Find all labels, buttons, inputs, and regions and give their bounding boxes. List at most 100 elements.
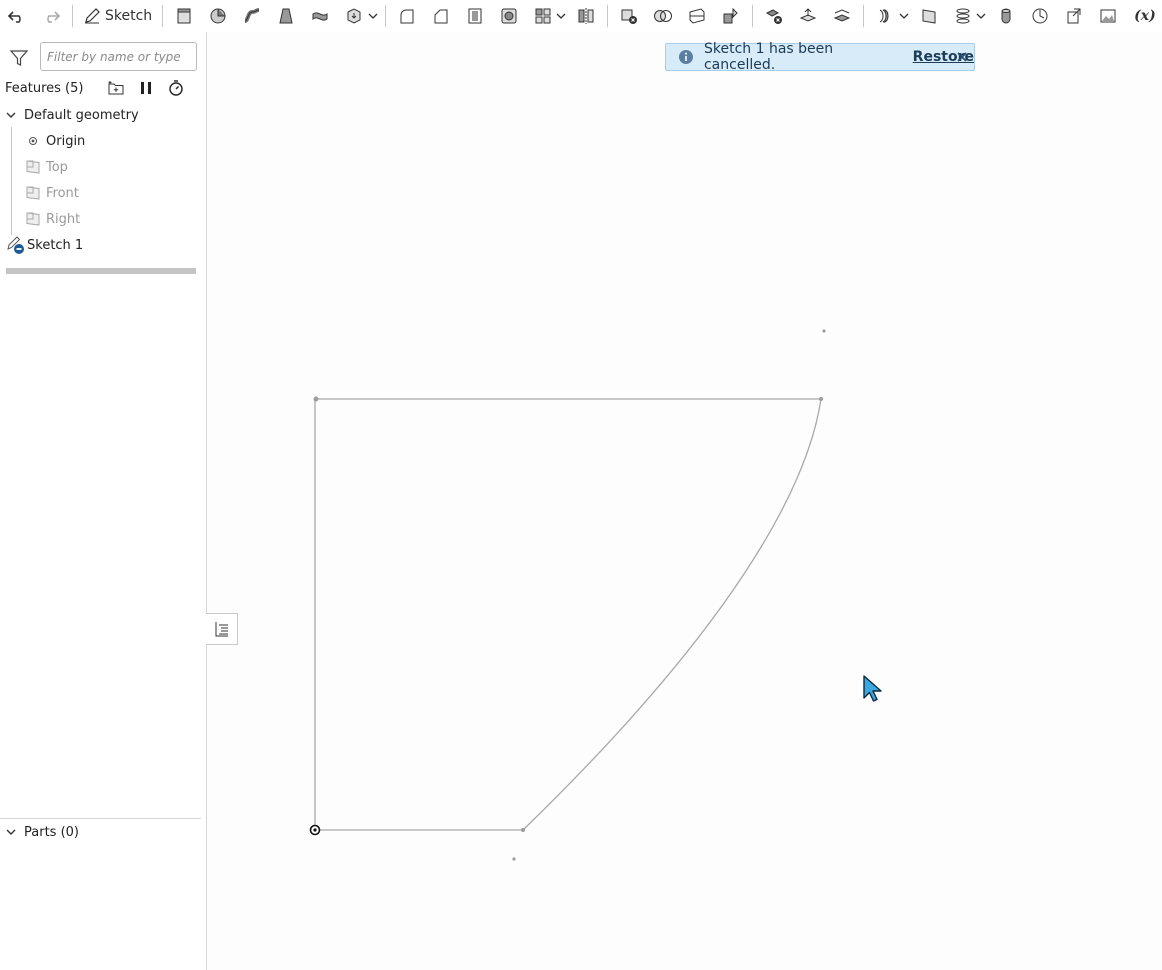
mirror-icon <box>578 8 594 24</box>
undo-button[interactable] <box>3 2 31 30</box>
pattern-icon <box>535 8 551 24</box>
toolbar-separator <box>752 5 754 27</box>
main-toolbar: Sketch (x) <box>0 0 1162 32</box>
sketch-button[interactable]: Sketch <box>77 2 158 30</box>
delete-face-icon <box>766 9 783 24</box>
enclose-dropdown[interactable] <box>367 2 378 30</box>
mouse-cursor <box>863 675 882 702</box>
delete-face-button[interactable] <box>760 2 788 30</box>
split-button[interactable] <box>683 2 711 30</box>
redo-icon <box>47 11 61 23</box>
fillet-button[interactable] <box>393 2 421 30</box>
chevron-down-icon <box>976 13 986 19</box>
tree-plane-right[interactable]: Right <box>25 208 225 230</box>
add-folder-icon <box>108 81 124 95</box>
parts-title: Parts (0) <box>24 824 79 840</box>
redo-button[interactable] <box>37 2 65 30</box>
transform-icon <box>723 7 738 24</box>
mirror-button[interactable] <box>572 2 600 30</box>
add-folder-button[interactable] <box>106 78 126 98</box>
tree-parts[interactable]: Parts (0) <box>4 821 204 843</box>
sweep-button[interactable] <box>238 2 266 30</box>
draft-icon <box>468 8 482 24</box>
thicken-button[interactable] <box>306 2 334 30</box>
features-header: Features (5) <box>5 78 201 98</box>
measure-button[interactable] <box>1026 2 1054 30</box>
sketch-point[interactable] <box>819 397 823 401</box>
tree-default-geometry[interactable]: Default geometry <box>4 104 204 126</box>
filter-icon[interactable] <box>9 48 29 68</box>
feature-panel: Features (5) Default geometry Origin Top… <box>0 32 207 970</box>
tree-plane-right-label: Right <box>46 211 81 227</box>
pattern-button[interactable] <box>529 2 557 30</box>
import-button[interactable] <box>1060 2 1088 30</box>
toolbar-separator <box>162 5 164 27</box>
arc-center-point[interactable] <box>512 857 516 861</box>
pattern-dropdown[interactable] <box>556 2 567 30</box>
transform-button[interactable] <box>717 2 745 30</box>
tree-origin-label: Origin <box>46 133 86 149</box>
arc-center-point[interactable] <box>822 329 826 333</box>
sketch-icon <box>85 8 100 24</box>
toolbar-separator <box>863 5 865 27</box>
plane-icon <box>26 186 40 200</box>
tree-origin[interactable]: Origin <box>28 130 228 152</box>
plane-button[interactable] <box>915 2 943 30</box>
offset-surface-button[interactable] <box>871 2 899 30</box>
image-button[interactable] <box>1094 2 1122 30</box>
pause-rollback-button[interactable] <box>136 78 156 98</box>
sketch-canvas[interactable] <box>207 32 1162 970</box>
draft-button[interactable] <box>461 2 489 30</box>
delete-part-button[interactable] <box>615 2 643 30</box>
image-icon <box>1100 9 1116 23</box>
enclose-button[interactable] <box>340 2 368 30</box>
tree-sketch-1[interactable]: Sketch 1 <box>6 234 206 256</box>
variable-button[interactable]: (x) <box>1131 2 1159 30</box>
revolve-button[interactable] <box>204 2 232 30</box>
helix-dropdown[interactable] <box>976 2 987 30</box>
chamfer-icon <box>434 9 448 24</box>
sketch-point[interactable] <box>313 396 319 402</box>
chevron-down-icon <box>368 13 378 19</box>
chamfer-button[interactable] <box>427 2 455 30</box>
chevron-down-icon[interactable] <box>4 108 18 122</box>
close-icon[interactable] <box>955 50 969 64</box>
chevron-down-icon[interactable] <box>4 825 18 839</box>
sketch-arc[interactable] <box>522 398 822 831</box>
cancel-notification: Sketch 1 has been cancelled. Restore <box>665 41 975 73</box>
sketch-error-icon <box>7 236 24 254</box>
move-face-button[interactable] <box>794 2 822 30</box>
undo-icon <box>7 11 21 23</box>
filter-input[interactable] <box>40 42 197 71</box>
mate-connector-icon <box>1001 8 1011 24</box>
thicken-icon <box>312 12 328 21</box>
shell-button[interactable] <box>495 2 523 30</box>
origin-icon <box>29 137 37 145</box>
measure-icon <box>1032 8 1048 24</box>
notification-message: Sketch 1 has been cancelled. <box>703 41 834 73</box>
tree-plane-front[interactable]: Front <box>25 182 225 204</box>
boolean-icon <box>654 10 673 22</box>
sweep-icon <box>244 8 260 23</box>
regen-timer-button[interactable] <box>166 78 186 98</box>
pause-icon <box>141 82 151 94</box>
delete-part-icon <box>621 9 638 24</box>
helix-button[interactable] <box>949 2 977 30</box>
move-face-icon <box>799 8 817 22</box>
plane-icon <box>26 212 40 226</box>
tree-plane-top[interactable]: Top <box>25 156 225 178</box>
tree-guide-line <box>11 127 12 235</box>
extrude-button[interactable] <box>170 2 198 30</box>
rollback-bar[interactable] <box>6 268 196 274</box>
offset-surface-dropdown[interactable] <box>898 2 909 30</box>
sketch-button-label: Sketch <box>105 8 153 24</box>
replace-face-button[interactable] <box>828 2 856 30</box>
graphics-viewport[interactable] <box>207 32 1162 970</box>
tree-sketch-1-label: Sketch 1 <box>27 237 84 253</box>
sketch-point[interactable] <box>521 828 525 832</box>
origin-marker[interactable] <box>309 824 321 836</box>
loft-button[interactable] <box>272 2 300 30</box>
mate-connector-button[interactable] <box>992 2 1020 30</box>
enclose-icon <box>347 8 361 24</box>
boolean-button[interactable] <box>649 2 677 30</box>
